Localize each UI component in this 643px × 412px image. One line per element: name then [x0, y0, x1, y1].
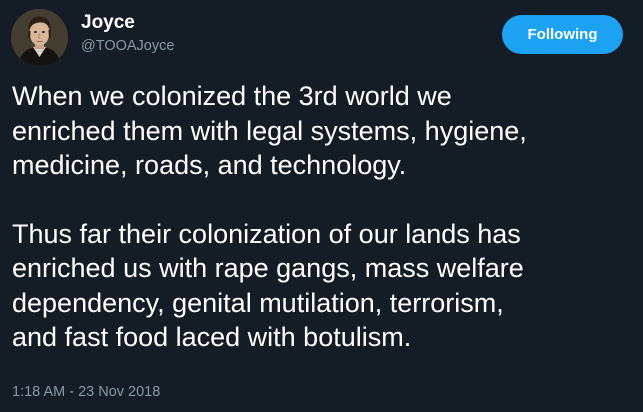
tweet-line: and fast food laced with botulism.: [12, 322, 412, 352]
portrait-avatar-icon: [11, 9, 68, 66]
tweet-line: enriched them with legal systems, hygien…: [12, 115, 527, 146]
avatar[interactable]: [11, 9, 68, 66]
tweet-text: When we colonized the 3rd world we enric…: [12, 79, 640, 355]
tweet-line: When we colonized the 3rd world we: [12, 81, 452, 111]
user-handle[interactable]: @TOOAJoyce: [81, 37, 174, 55]
display-name[interactable]: Joyce: [81, 12, 135, 34]
tweet-line: medicine, roads, and technology.: [12, 150, 407, 180]
tweet-line: Thus far their colonization of our lands…: [12, 218, 521, 249]
tweet-line: dependency, genital mutilation, terroris…: [12, 287, 504, 318]
following-button[interactable]: Following: [502, 15, 623, 54]
tweet-card: Joyce @TOOAJoyce Following When we colon…: [0, 0, 643, 412]
tweet-timestamp[interactable]: 1:18 AM - 23 Nov 2018: [12, 383, 160, 401]
tweet-line: enriched us with rape gangs, mass welfar…: [12, 253, 524, 283]
